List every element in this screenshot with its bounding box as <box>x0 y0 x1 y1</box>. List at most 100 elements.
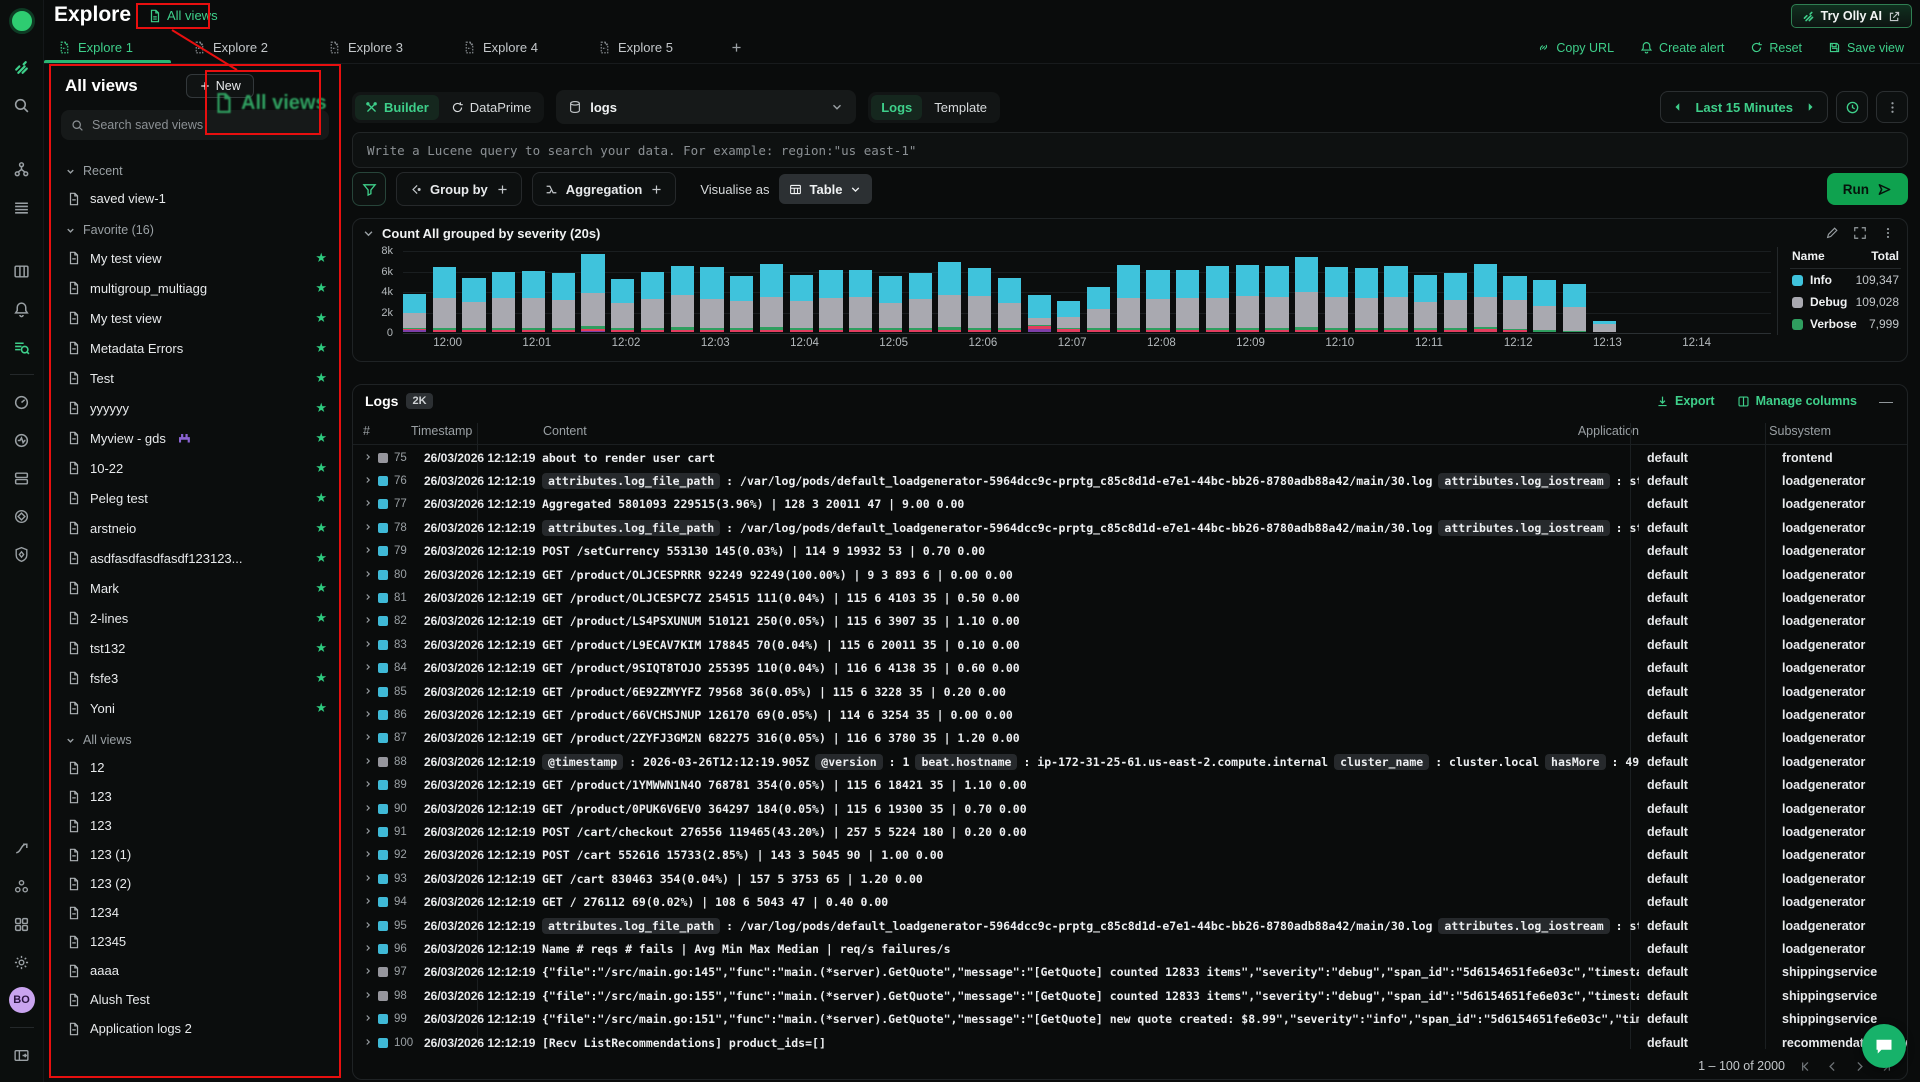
expand-row-button[interactable] <box>363 495 373 513</box>
column-header-num[interactable]: # <box>363 424 370 438</box>
saved-view-item[interactable]: Myview - gds★ <box>49 423 341 453</box>
saved-view-item[interactable]: Alush Test <box>49 985 341 1014</box>
add-tab-button[interactable] <box>719 32 753 63</box>
chart-bar[interactable] <box>1355 250 1378 332</box>
filters-button[interactable] <box>352 172 386 206</box>
favorite-star-icon[interactable]: ★ <box>315 610 327 626</box>
saved-view-item[interactable]: 123 (1) <box>49 840 341 869</box>
aggregation-button[interactable]: Aggregation <box>532 172 677 206</box>
favorite-star-icon[interactable]: ★ <box>315 340 327 356</box>
expand-row-button[interactable] <box>363 846 373 864</box>
template-toggle-button[interactable]: Template <box>924 95 997 120</box>
saved-view-item[interactable]: My test view★ <box>49 303 341 333</box>
expand-row-button[interactable] <box>363 893 373 911</box>
column-header-subsystem[interactable]: Subsystem <box>1769 424 1831 438</box>
log-row[interactable]: 8826/03/2026 12:12:19@timestamp: 2026-03… <box>353 750 1907 773</box>
saved-view-item[interactable]: aaaa <box>49 956 341 985</box>
edit-pencil-icon[interactable] <box>1825 226 1839 240</box>
run-query-button[interactable]: Run <box>1827 173 1908 205</box>
chart-bar[interactable] <box>730 250 753 332</box>
export-button[interactable]: Export <box>1656 394 1715 408</box>
expand-row-button[interactable] <box>363 963 373 981</box>
log-row[interactable]: 8526/03/2026 12:12:19GET /product/6E92ZM… <box>353 680 1907 703</box>
chart-bar[interactable] <box>819 250 842 332</box>
log-row[interactable]: 7626/03/2026 12:12:19attributes.log_file… <box>353 469 1907 492</box>
saved-view-item[interactable]: Peleg test★ <box>49 483 341 513</box>
chart-bar[interactable] <box>968 250 991 332</box>
try-olly-ai-button[interactable]: Try Olly AI <box>1791 4 1912 28</box>
saved-view-item[interactable]: 123 (2) <box>49 869 341 898</box>
tab-explore-3[interactable]: Explore 3 <box>314 32 449 63</box>
favorite-star-icon[interactable]: ★ <box>315 400 327 416</box>
gauge-icon[interactable] <box>8 388 36 416</box>
chart-bar[interactable] <box>1176 250 1199 332</box>
logs-explore-icon[interactable] <box>8 333 36 361</box>
infrastructure-icon[interactable] <box>8 464 36 492</box>
create-alert-button[interactable]: Create alert <box>1640 41 1724 55</box>
chart-bar[interactable] <box>1414 250 1437 332</box>
chart-bar[interactable] <box>998 250 1021 332</box>
saved-view-item[interactable]: 2-lines★ <box>49 603 341 633</box>
list-icon[interactable] <box>8 193 36 221</box>
query-history-button[interactable] <box>1836 91 1868 123</box>
favorite-star-icon[interactable]: ★ <box>315 280 327 296</box>
log-row[interactable]: 7826/03/2026 12:12:19attributes.log_file… <box>353 516 1907 539</box>
favorite-star-icon[interactable]: ★ <box>315 670 327 686</box>
favorite-star-icon[interactable]: ★ <box>315 640 327 656</box>
saved-view-item[interactable]: 12345 <box>49 927 341 956</box>
hierarchy-icon[interactable] <box>8 155 36 183</box>
saved-view-item[interactable]: tst132★ <box>49 633 341 663</box>
log-row[interactable]: 8026/03/2026 12:12:19GET /product/OLJCES… <box>353 563 1907 586</box>
chart-bar[interactable] <box>790 250 813 332</box>
favorite-star-icon[interactable]: ★ <box>315 370 327 386</box>
log-row[interactable]: 9526/03/2026 12:12:19attributes.log_file… <box>353 914 1907 937</box>
log-row[interactable]: 8626/03/2026 12:12:19GET /product/66VCHS… <box>353 703 1907 726</box>
tab-explore-2[interactable]: Explore 2 <box>179 32 314 63</box>
favorite-star-icon[interactable]: ★ <box>315 250 327 266</box>
chart-bar[interactable] <box>1503 250 1526 332</box>
expand-row-button[interactable] <box>363 706 373 724</box>
chat-support-button[interactable] <box>1862 1024 1906 1068</box>
column-header-content[interactable]: Content <box>543 424 587 438</box>
log-row[interactable]: 9026/03/2026 12:12:19GET /product/0PUK6V… <box>353 797 1907 820</box>
expand-row-button[interactable] <box>363 800 373 818</box>
log-row[interactable]: 9326/03/2026 12:12:19GET /cart 830463 35… <box>353 867 1907 890</box>
log-row[interactable]: 9426/03/2026 12:12:19GET / 276112 69(0.0… <box>353 891 1907 914</box>
chart-bar[interactable] <box>522 250 545 332</box>
security-shield-icon[interactable] <box>8 540 36 568</box>
chart-bar[interactable] <box>1533 250 1556 332</box>
chart-bar[interactable] <box>1146 250 1169 332</box>
chart-bar[interactable] <box>581 250 604 332</box>
chart-bar[interactable] <box>671 250 694 332</box>
expand-row-button[interactable] <box>363 823 373 841</box>
favorite-star-icon[interactable]: ★ <box>315 490 327 506</box>
alerts-bell-icon[interactable] <box>8 295 36 323</box>
dataprime-mode-button[interactable]: DataPrime <box>441 95 541 120</box>
log-row[interactable]: 8226/03/2026 12:12:19GET /product/LS4PSX… <box>353 610 1907 633</box>
chart-bar[interactable] <box>700 250 723 332</box>
log-row[interactable]: 9626/03/2026 12:12:19Name # reqs # fails… <box>353 937 1907 960</box>
favorite-star-icon[interactable]: ★ <box>315 310 327 326</box>
saved-view-item[interactable]: 123 <box>49 782 341 811</box>
integrations-icon[interactable] <box>8 834 36 862</box>
favorite-star-icon[interactable]: ★ <box>315 550 327 566</box>
chart-bar[interactable] <box>1325 250 1348 332</box>
expand-icon[interactable] <box>1853 226 1867 240</box>
first-page-button[interactable] <box>1799 1060 1812 1073</box>
dashboards-icon[interactable] <box>8 257 36 285</box>
section-header-favorite-16-[interactable]: Favorite (16) <box>49 213 341 243</box>
all-views-link[interactable]: All views <box>148 8 218 23</box>
collapse-panel-icon[interactable] <box>8 1041 36 1069</box>
saved-view-item[interactable]: 10-22★ <box>49 453 341 483</box>
expand-row-button[interactable] <box>363 636 373 654</box>
expand-row-button[interactable] <box>363 683 373 701</box>
legend-row-debug[interactable]: Debug109,028 <box>1790 291 1901 313</box>
saved-view-item[interactable]: multigroup_multiagg★ <box>49 273 341 303</box>
expand-row-button[interactable] <box>363 472 373 490</box>
expand-row-button[interactable] <box>363 1010 373 1028</box>
chart-bar[interactable] <box>1206 250 1229 332</box>
brand-logo[interactable] <box>9 8 35 34</box>
livetail-target-icon[interactable] <box>8 502 36 530</box>
more-options-button[interactable] <box>1876 91 1908 123</box>
expand-row-button[interactable] <box>363 1034 373 1052</box>
